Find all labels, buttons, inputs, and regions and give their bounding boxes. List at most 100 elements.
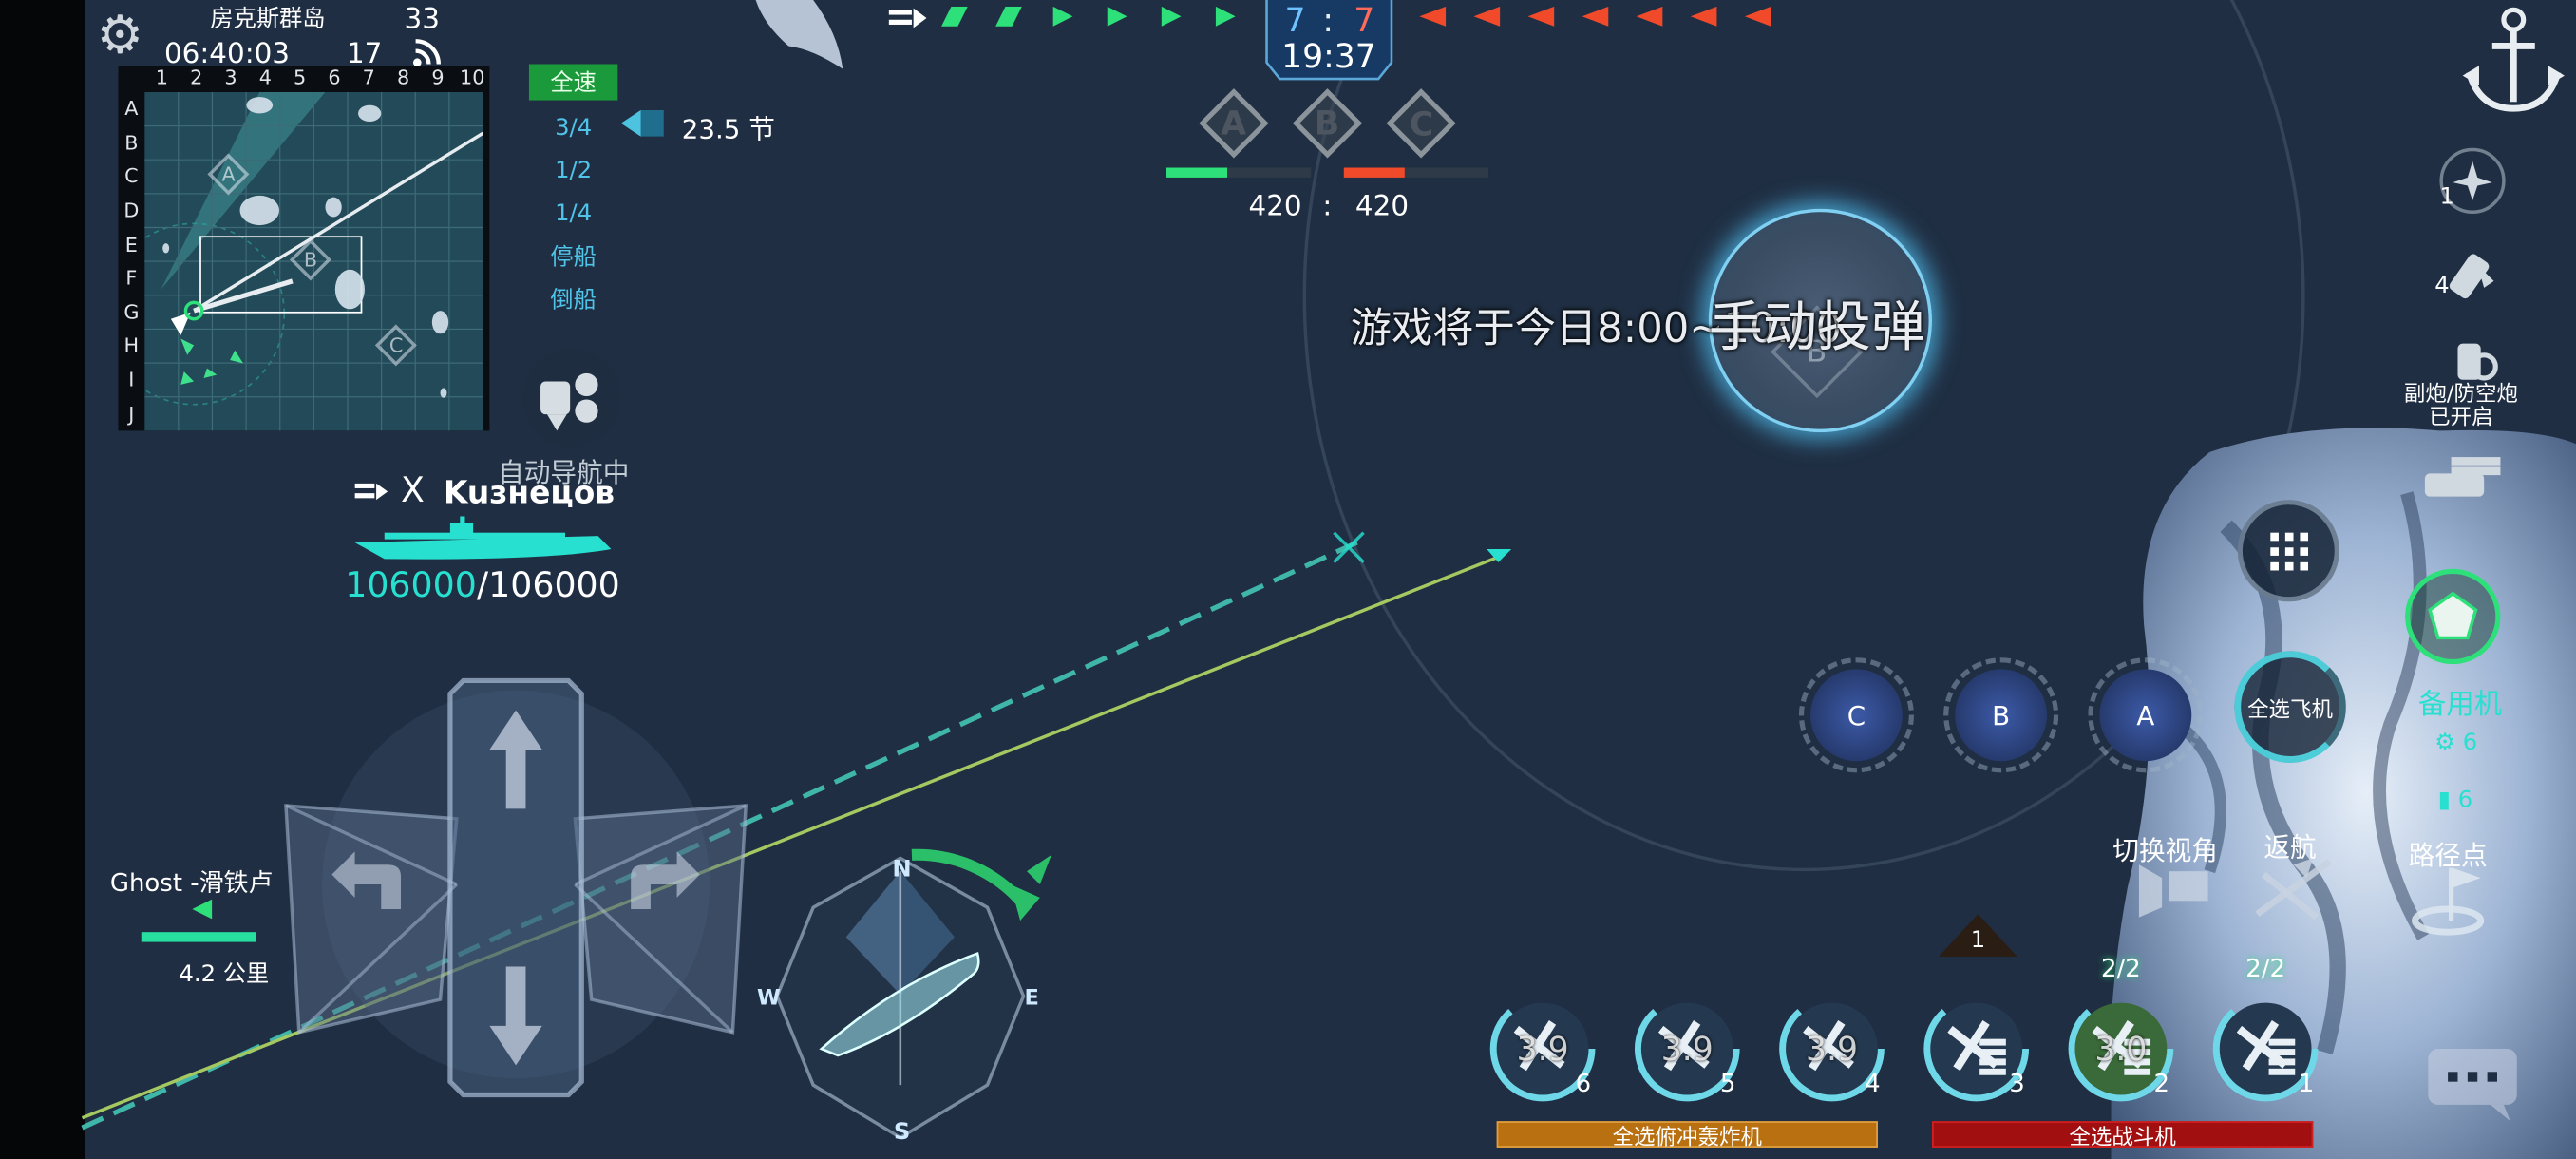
spare-count-a: ⚙ 6: [2434, 730, 2478, 757]
squad-point-a[interactable]: A: [2088, 657, 2204, 773]
minimap-row-label: G: [123, 300, 140, 324]
spare-count-b: ▮ 6: [2437, 787, 2473, 814]
speed-option[interactable]: 停船: [529, 235, 617, 277]
ally-ship-marker: [1107, 6, 1127, 27]
squadron-button[interactable]: 3.9 5: [1631, 993, 1743, 1105]
autopilot-button[interactable]: [522, 348, 621, 447]
squad-point-inner: B: [1955, 669, 2048, 762]
squadron-number: 2: [2153, 1068, 2170, 1098]
select-dive-bombers-button[interactable]: 全选俯冲轰炸机: [1496, 1121, 1878, 1150]
minimap-row-label: A: [124, 97, 139, 121]
squadron-count: 2/2: [2101, 953, 2141, 983]
speed-option[interactable]: 1/2: [529, 149, 617, 192]
enemy-ship-markers: [1410, 6, 1774, 29]
minimap-row-label: J: [128, 402, 135, 426]
squad-point-c[interactable]: C: [1798, 657, 1914, 773]
gun-turret-icon[interactable]: [2415, 447, 2508, 506]
squadron-button[interactable]: 3: [1921, 993, 2033, 1105]
capture-point-label: C: [1409, 104, 1433, 143]
chat-icon[interactable]: [2425, 1046, 2520, 1125]
enemy-points: 7: [1354, 0, 1375, 40]
squad-point-inner: A: [2099, 669, 2192, 762]
minimap-col-label: 3: [224, 66, 237, 89]
spare-planes-label: 备用机: [2417, 689, 2503, 722]
ally-ship-marker: [995, 6, 1022, 27]
ally-ship-marker: [941, 6, 968, 27]
score-panel: 7 : 7 19:37: [1263, 0, 1394, 83]
ally-score-fill: [1166, 167, 1227, 178]
squadron-number: 1: [2298, 1068, 2315, 1098]
movement-joystick[interactable]: [276, 671, 756, 1114]
squadron-number: 3: [2009, 1068, 2025, 1098]
pentagon-icon: [2428, 591, 2478, 640]
plane-fighter-icon: [2453, 161, 2492, 201]
squadron-number: 5: [1719, 1068, 1736, 1098]
capture-point-b: B: [1292, 88, 1363, 159]
score-separator: :: [1322, 190, 1333, 224]
minimap-row-label: D: [123, 199, 140, 222]
anchor-icon[interactable]: [2459, 0, 2567, 119]
squadron-reload: 3.9: [1660, 1029, 1714, 1069]
squadron-number: 6: [1575, 1068, 1592, 1098]
skill2-count: 4: [2434, 273, 2450, 299]
compass-e: E: [1024, 985, 1039, 1011]
capture-point-a: A: [1199, 88, 1269, 159]
switch-view-icon[interactable]: [2132, 858, 2214, 921]
map-name: 房克斯群岛: [210, 6, 326, 33]
target-distance: 4.2 公里: [179, 961, 270, 989]
ally-points: 7: [1284, 0, 1306, 40]
minimap-col-label: 6: [328, 66, 341, 89]
waypoint-flag-icon[interactable]: [2409, 862, 2497, 938]
minimap-row-label: F: [125, 266, 138, 291]
squad-target-points: CBA: [1798, 657, 2204, 773]
secondary-gun-toggle[interactable]: [2439, 329, 2505, 388]
menu-grid-button[interactable]: [2237, 500, 2339, 602]
ship-class-icon: [354, 483, 388, 501]
enemy-ship-marker: [1582, 6, 1609, 27]
spare-planes-button[interactable]: [2405, 568, 2501, 665]
select-all-planes-label: 全选飞机: [2247, 697, 2334, 723]
squadron-reload: 3.9: [1516, 1029, 1569, 1069]
match-timer: 19:37: [1281, 36, 1376, 76]
spare-count-a-value: 6: [2462, 730, 2478, 757]
ally-score: 420: [1248, 190, 1302, 224]
minimap-col-labels: 1 2 3 4 5 6 7 8 9 10: [144, 66, 489, 92]
squadron-button[interactable]: 3.0 2: [2065, 993, 2177, 1105]
select-fighters-button[interactable]: 全选战斗机: [1932, 1121, 2314, 1150]
speed-indicator-icon: [620, 109, 664, 137]
enemy-ship-marker: [1473, 6, 1501, 27]
speed-option[interactable]: 1/4: [529, 192, 617, 235]
squadron-button[interactable]: 3.9 6: [1487, 993, 1599, 1105]
select-dive-bombers-label: 全选俯冲轰炸机: [1612, 1125, 1762, 1150]
ping-value: 33: [404, 3, 440, 37]
select-all-planes-button[interactable]: 全选飞机: [2234, 651, 2346, 763]
return-icon[interactable]: [2247, 851, 2339, 923]
ship-prefix: X: [401, 469, 425, 510]
minimap[interactable]: 1 2 3 4 5 6 7 8 9 10 ABCDEFGHIJ ABC: [118, 66, 490, 431]
squadron-button[interactable]: 3.9 4: [1776, 993, 1888, 1105]
speed-option[interactable]: 全速: [528, 64, 618, 101]
gear-icon[interactable]: ⚙: [90, 3, 149, 66]
speed-option[interactable]: 3/4: [529, 106, 617, 149]
squadron-reload: 3.9: [1805, 1029, 1859, 1069]
signal-icon: [412, 39, 441, 67]
ship-hp: 106000/106000: [345, 565, 620, 605]
hp-current: 106000: [345, 565, 477, 605]
minimap-col-label: 7: [362, 66, 375, 89]
enemy-score-fill: [1343, 167, 1405, 178]
secondary-status: 副炮/防空炮 已开启: [2403, 383, 2518, 431]
compass-n: N: [892, 856, 912, 884]
squadron-button[interactable]: 1: [2209, 993, 2321, 1105]
minimap-row-label: H: [123, 334, 140, 358]
squadron-reload: 3.0: [2094, 1029, 2148, 1069]
minimap-col-label: 8: [396, 66, 410, 89]
spare-count-b-value: 6: [2457, 787, 2473, 814]
speed-option[interactable]: 倒船: [529, 277, 617, 320]
squad-point-b[interactable]: B: [1943, 657, 2059, 773]
minimap-row-label: E: [124, 233, 138, 256]
ally-ship-markers: [941, 6, 1252, 29]
autopilot-icon: [540, 372, 598, 431]
skill1-count: 1: [2439, 183, 2454, 211]
minimap-point-label: A: [221, 162, 236, 186]
target-arrow-icon: [192, 899, 213, 920]
